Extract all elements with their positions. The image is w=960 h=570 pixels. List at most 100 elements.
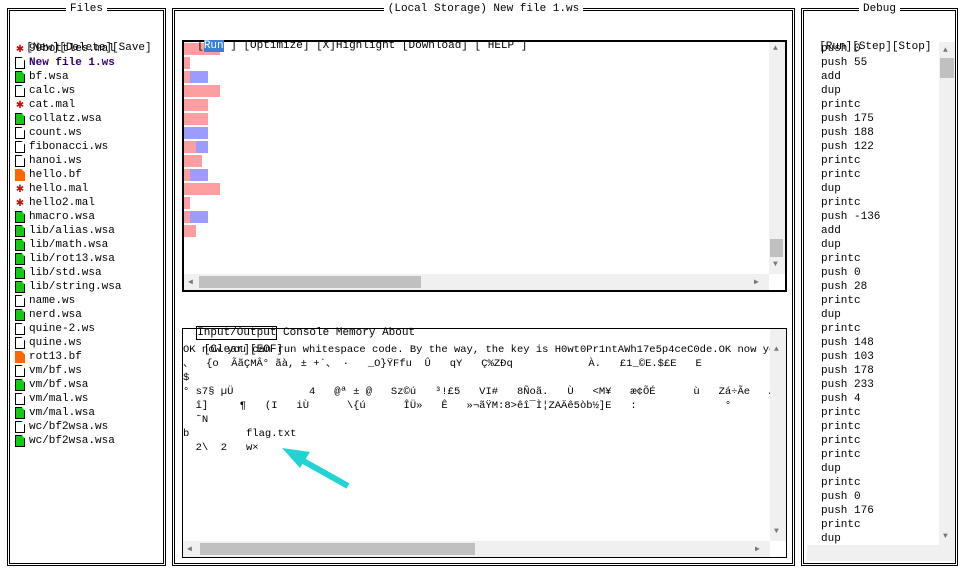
instruction-item[interactable]: push 0: [807, 266, 955, 280]
scroll-left-icon[interactable]: ◀: [188, 277, 193, 287]
file-item[interactable]: ✱ hello.mal: [15, 182, 121, 196]
instruction-item[interactable]: dup: [807, 308, 955, 322]
download-button[interactable]: [Download]: [402, 40, 468, 52]
file-item[interactable]: name.ws: [15, 294, 121, 308]
code-editor[interactable]: ▲ ▼ ◀ ▶: [182, 40, 787, 292]
file-item[interactable]: fibonacci.ws: [15, 140, 121, 154]
instruction-item[interactable]: printc: [807, 448, 955, 462]
tab-about[interactable]: About: [382, 327, 415, 339]
file-item[interactable]: hanoi.ws: [15, 154, 121, 168]
instruction-item[interactable]: push -136: [807, 210, 955, 224]
scroll-down-icon[interactable]: ▼: [773, 260, 778, 269]
code-vertical-scrollbar[interactable]: ▲ ▼: [769, 42, 785, 274]
instruction-item[interactable]: add: [807, 224, 955, 238]
instruction-item[interactable]: add: [807, 70, 955, 84]
save-file-button[interactable]: [Save]: [112, 42, 152, 54]
scroll-thumb[interactable]: [770, 239, 783, 257]
scroll-up-icon[interactable]: ▲: [943, 46, 948, 55]
instruction-item[interactable]: push 188: [807, 126, 955, 140]
instruction-item[interactable]: push 178: [807, 364, 955, 378]
file-item[interactable]: ✱ cat.mal: [15, 98, 121, 112]
instruction-item[interactable]: printc: [807, 196, 955, 210]
instruction-item[interactable]: printc: [807, 476, 955, 490]
scroll-thumb[interactable]: [200, 543, 475, 555]
run-button[interactable]: Run: [203, 40, 224, 52]
new-file-button[interactable]: [New]: [26, 42, 59, 54]
instruction-item[interactable]: dup: [807, 238, 955, 252]
instruction-item[interactable]: push 233: [807, 378, 955, 392]
instruction-item[interactable]: printc: [807, 420, 955, 434]
file-item[interactable]: lib/math.wsa: [15, 238, 121, 252]
scroll-up-icon[interactable]: ▲: [774, 345, 779, 354]
file-item[interactable]: vm/bf.wsa: [15, 378, 121, 392]
instruction-item[interactable]: printc: [807, 434, 955, 448]
debug-run-button[interactable]: [Run]: [819, 41, 852, 53]
file-item[interactable]: calc.ws: [15, 84, 121, 98]
scroll-right-icon[interactable]: ▶: [755, 544, 760, 554]
instruction-item[interactable]: push 148: [807, 336, 955, 350]
file-item[interactable]: collatz.wsa: [15, 112, 121, 126]
scroll-down-icon[interactable]: ▼: [943, 532, 948, 541]
tab-input-output[interactable]: Input/Output: [196, 326, 278, 340]
debug-vertical-scrollbar[interactable]: ▲ ▼: [939, 42, 955, 547]
file-item[interactable]: nerd.wsa: [15, 308, 121, 322]
instruction-item[interactable]: push 28: [807, 280, 955, 294]
file-item[interactable]: quine.ws: [15, 336, 121, 350]
file-item[interactable]: lib/std.wsa: [15, 266, 121, 280]
instruction-item[interactable]: push 176: [807, 504, 955, 518]
instruction-item[interactable]: printc: [807, 168, 955, 182]
file-item[interactable]: rot13.bf: [15, 350, 121, 364]
instruction-item[interactable]: printc: [807, 154, 955, 168]
file-item[interactable]: vm/mal.ws: [15, 392, 121, 406]
file-name: bf.wsa: [29, 71, 69, 83]
instruction-item[interactable]: push 175: [807, 112, 955, 126]
highlight-toggle[interactable]: [X]Highlight: [316, 40, 395, 52]
debug-stop-button[interactable]: [Stop]: [892, 41, 932, 53]
scroll-thumb[interactable]: [199, 276, 421, 288]
instruction-item[interactable]: push 4: [807, 392, 955, 406]
output-line: ° s7§ µÜ 4 @ª ± @ Sz©ú ³!£5 VI# 8Ñoã. Ù …: [183, 386, 776, 398]
file-item[interactable]: vm/mal.wsa: [15, 406, 121, 420]
code-horizontal-scrollbar[interactable]: ◀ ▶: [184, 274, 769, 290]
wsa-file-icon: [15, 267, 25, 279]
file-item[interactable]: quine-2.ws: [15, 322, 121, 336]
instruction-item[interactable]: dup: [807, 84, 955, 98]
instruction-item[interactable]: push 103: [807, 350, 955, 364]
scroll-up-icon[interactable]: ▲: [773, 44, 778, 53]
debug-step-button[interactable]: [Step]: [852, 41, 892, 53]
instruction-item[interactable]: printc: [807, 406, 955, 420]
file-item[interactable]: hello.bf: [15, 168, 121, 182]
instruction-item[interactable]: dup: [807, 462, 955, 476]
io-vertical-scrollbar[interactable]: ▲ ▼: [770, 329, 786, 541]
tab-memory[interactable]: Memory: [336, 327, 376, 339]
file-item[interactable]: count.ws: [15, 126, 121, 140]
delete-file-button[interactable]: [Delete]: [59, 42, 112, 54]
instruction-item[interactable]: printc: [807, 518, 955, 532]
instruction-item[interactable]: printc: [807, 252, 955, 266]
file-item[interactable]: lib/string.wsa: [15, 280, 121, 294]
file-item[interactable]: vm/bf.ws: [15, 364, 121, 378]
file-item[interactable]: hmacro.wsa: [15, 210, 121, 224]
file-item[interactable]: wc/bf2wsa.wsa: [15, 434, 121, 448]
file-item[interactable]: ✱ hello2.mal: [15, 196, 121, 210]
instruction-item[interactable]: dup: [807, 532, 955, 546]
file-item[interactable]: lib/rot13.wsa: [15, 252, 121, 266]
scroll-left-icon[interactable]: ◀: [187, 544, 192, 554]
tab-console[interactable]: Console: [283, 327, 329, 339]
scroll-thumb[interactable]: [940, 58, 954, 78]
instruction-item[interactable]: push 122: [807, 140, 955, 154]
instruction-item[interactable]: printc: [807, 98, 955, 112]
scroll-right-icon[interactable]: ▶: [754, 277, 759, 287]
help-button[interactable]: [ HELP ]: [475, 40, 528, 52]
instruction-item[interactable]: printc: [807, 294, 955, 308]
optimize-button[interactable]: [Optimize]: [243, 40, 309, 52]
file-item[interactable]: bf.wsa: [15, 70, 121, 84]
file-item[interactable]: wc/bf2wsa.ws: [15, 420, 121, 434]
scroll-down-icon[interactable]: ▼: [774, 527, 779, 536]
debug-horizontal-scrollbar[interactable]: [807, 545, 955, 561]
file-item[interactable]: lib/alias.wsa: [15, 224, 121, 238]
io-horizontal-scrollbar[interactable]: ◀ ▶: [183, 541, 770, 557]
instruction-item[interactable]: dup: [807, 182, 955, 196]
instruction-item[interactable]: printc: [807, 322, 955, 336]
instruction-item[interactable]: push 0: [807, 490, 955, 504]
